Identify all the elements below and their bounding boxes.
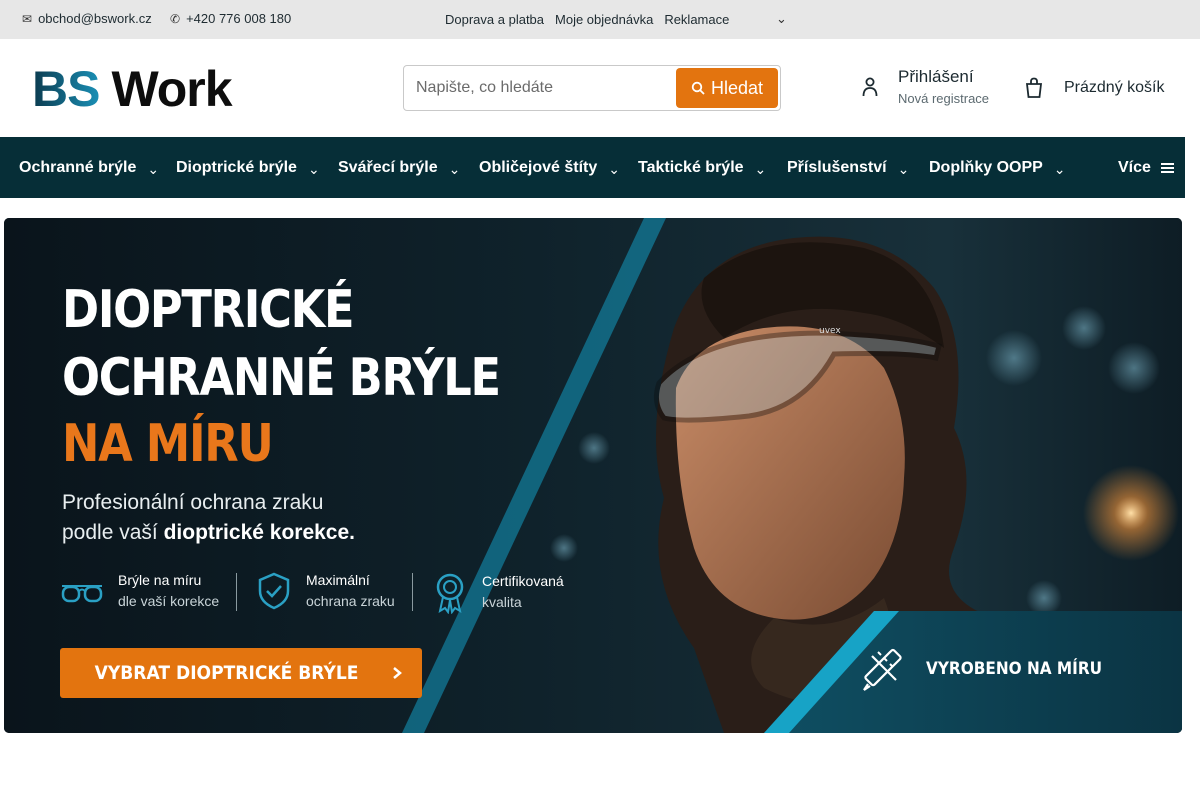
cta-label: VYBRAT DIOPTRICKÉ BRÝLE (95, 662, 359, 684)
divider (236, 573, 237, 611)
email-text: obchod@bswork.cz (38, 11, 152, 26)
nav-more-label: Více (1118, 158, 1151, 176)
feature-custom-glasses: Brýle na míru dle vaší korekce (60, 570, 219, 612)
nav-item-welding-glasses[interactable]: Svářecí brýle ⌄ (338, 137, 460, 198)
subtitle-pre: podle vaší (62, 521, 164, 544)
main-nav: Ochranné brýle ⌄ Dioptrické brýle ⌄ Svářec… (0, 137, 1185, 198)
feature-sub: kvalita (482, 594, 522, 610)
phone-text: +420 776 008 180 (186, 11, 292, 26)
nav-label: Svářecí brýle (338, 158, 438, 176)
nav-item-safety-glasses[interactable]: Ochranné brýle ⌄ (19, 137, 159, 198)
divider (412, 573, 413, 611)
search-box: Hledat (403, 65, 781, 111)
nav-item-ppe-supplements[interactable]: Doplňky OOPP ⌄ (929, 137, 1066, 198)
hero-subtitle-line1: Profesionální ochrana zraku (62, 491, 324, 514)
search-button-label: Hledat (710, 77, 764, 98)
made-to-measure-badge: VYROBENO NA MÍRU (858, 644, 1122, 694)
hero-banner[interactable]: uvex DIOPTRICKÉ OCHRANNÉ BRÝLE NA MÍRU P… (4, 218, 1182, 733)
login-link[interactable]: Přihlášení Nová registrace (862, 67, 989, 106)
cart-link[interactable]: Prázdný košík (1024, 77, 1164, 99)
login-title: Přihlášení (898, 67, 974, 86)
made-label: VYROBENO NA MÍRU (926, 659, 1103, 679)
cart-label: Prázdný košík (1064, 79, 1165, 96)
shield-check-icon (258, 572, 290, 610)
nav-item-tactical-glasses[interactable]: Taktické brýle ⌄ (638, 137, 766, 198)
glasses-brand: uvex (819, 326, 841, 336)
chevron-right-icon (392, 667, 402, 679)
cta-button[interactable]: VYBRAT DIOPTRICKÉ BRÝLE (60, 648, 422, 698)
search-icon (691, 81, 705, 95)
subtitle-bold: dioptrické korekce. (163, 521, 355, 544)
logo-work: Work (111, 61, 232, 117)
chevron-down-icon: ⌄ (147, 160, 160, 177)
nav-label: Doplňky OOPP (929, 158, 1043, 176)
hero-title-line1: DIOPTRICKÉ (62, 280, 355, 340)
hero-title-line3: NA MÍRU (62, 414, 274, 474)
chevron-down-icon: ⌄ (754, 160, 767, 177)
nav-label: Dioptrické brýle (176, 158, 297, 176)
chevron-down-icon: ⌄ (1053, 160, 1066, 177)
link-shipping[interactable]: Doprava a platba (445, 12, 544, 27)
contact-phone[interactable]: ✆ +420 776 008 180 (170, 11, 291, 26)
search-input[interactable] (416, 76, 671, 100)
phone-icon: ✆ (170, 11, 181, 26)
user-icon (862, 77, 878, 97)
chevron-down-icon: ⌄ (448, 160, 461, 177)
feature-title: Certifikovaná (482, 573, 564, 589)
top-bar: ✉ obchod@bswork.cz ✆ +420 776 008 180 Do… (0, 0, 1200, 39)
search-button[interactable]: Hledat (676, 68, 778, 108)
hamburger-icon (1160, 162, 1174, 173)
nav-item-prescription-glasses[interactable]: Dioptrické brýle ⌄ (176, 137, 320, 198)
feature-protection: Maximální ochrana zraku (256, 570, 395, 612)
feature-sub: dle vaší korekce (118, 593, 220, 609)
feature-title: Brýle na míru (118, 572, 202, 588)
chevron-down-icon: ⌄ (608, 160, 620, 177)
contact-email[interactable]: ✉ obchod@bswork.cz (22, 11, 152, 26)
chevron-down-icon: ⌄ (897, 160, 910, 177)
nav-label: Taktické brýle (638, 158, 744, 176)
hero-subtitle-line2: podle vaší dioptrické korekce. (62, 518, 355, 548)
link-complaints[interactable]: Reklamace (664, 12, 729, 27)
header: BSWork Hledat Přihlášení Nová registrace… (0, 39, 1200, 137)
nav-label: Příslušenství (787, 158, 887, 176)
logo-bs: BS (32, 61, 100, 117)
mail-icon: ✉ (22, 11, 33, 26)
feature-sub: ochrana zraku (306, 593, 395, 609)
nav-item-face-shields[interactable]: Obličejové štíty ⌄ (479, 137, 620, 198)
cart-icon (1025, 77, 1043, 98)
link-my-order[interactable]: Moje objednávka (555, 12, 653, 27)
register-link[interactable]: Nová registrace (898, 91, 989, 106)
nav-more[interactable]: Více (1118, 137, 1174, 198)
glasses-icon (61, 585, 103, 603)
chevron-down-icon: ⌄ (307, 160, 320, 177)
top-links: Doprava a platba Moje objednávka Reklama… (445, 12, 729, 27)
hero-title-line2: OCHRANNÉ BRÝLE (62, 348, 501, 408)
nav-label: Obličejové štíty (479, 158, 598, 176)
logo[interactable]: BS Work (32, 61, 233, 117)
nav-label: Ochranné brýle (19, 158, 137, 176)
feature-title: Maximální (306, 572, 370, 588)
certificate-badge-icon (436, 573, 464, 614)
pencil-ruler-icon (863, 648, 902, 691)
hero-subtitle: Profesionální ochrana zraku podle vaší d… (62, 488, 355, 548)
feature-certified: Certifikovaná kvalita (432, 570, 564, 614)
nav-item-accessories[interactable]: Příslušenství ⌄ (787, 137, 909, 198)
chevron-down-icon[interactable]: ⌄ (776, 11, 787, 27)
